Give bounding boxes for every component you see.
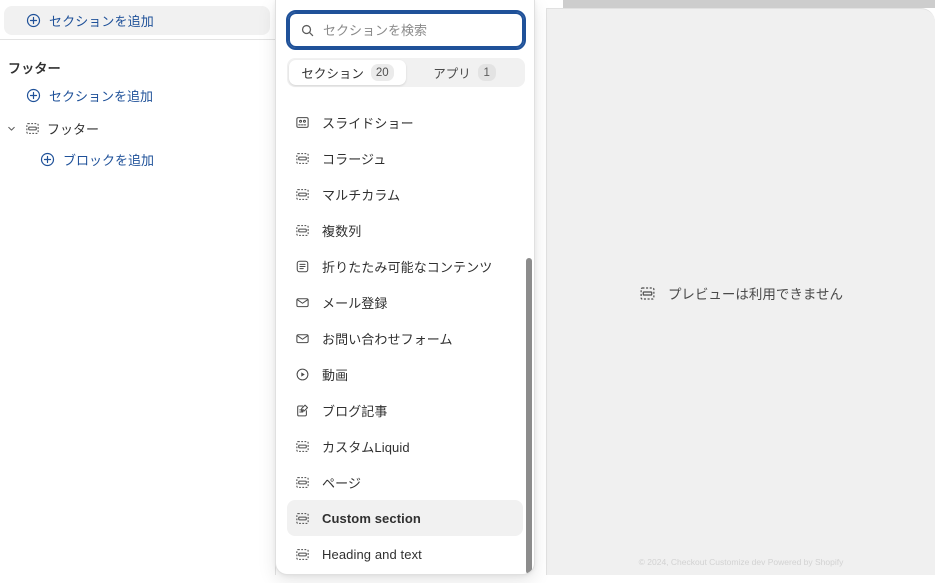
section-list-item-label: ブログ記事 (322, 403, 388, 419)
mail-icon (295, 331, 310, 346)
mail-icon (295, 295, 310, 310)
tab-apps-label: アプリ (433, 67, 471, 81)
section-icon (295, 547, 310, 562)
collapsible-icon (295, 259, 310, 274)
window-top-strip (563, 0, 935, 8)
section-list-item[interactable]: 複数列 (287, 212, 523, 248)
section-list-item-label: ページ (322, 475, 362, 491)
section-icon (295, 187, 310, 202)
section-list-item-label: コラージュ (322, 151, 387, 167)
section-list-item[interactable]: Custom section (287, 500, 523, 536)
section-list-item-label: Custom section (322, 510, 421, 526)
section-icon (295, 511, 310, 526)
add-section-top-label: セクションを追加 (49, 14, 154, 29)
sidebar-divider (0, 39, 276, 40)
section-list-item[interactable]: ページ (287, 464, 523, 500)
tab-apps-count: 1 (477, 64, 496, 81)
section-list-item-label: カスタムLiquid (322, 439, 410, 455)
add-section-popover: セクション 20 アプリ 1 スライドショーコラージュマルチカラム複数列折りたた… (275, 0, 535, 575)
section-list-item[interactable]: 動画 (287, 356, 523, 392)
left-sidebar: セクションを追加 フッター セクションを追加 フッター ブロックを追加 (0, 0, 276, 583)
preview-pane: プレビューは利用できません © 2024, Checkout Customize… (546, 8, 935, 575)
section-icon (295, 439, 310, 454)
sidebar-item-footer-label: フッター (47, 121, 100, 137)
search-field-wrapper (286, 10, 526, 50)
section-list-item[interactable]: コラージュ (287, 140, 523, 176)
section-list-item-label: 動画 (322, 367, 349, 383)
section-list-item-label: Heading and text (322, 546, 422, 562)
section-list-item[interactable]: ブログ記事 (287, 392, 523, 428)
section-icon (295, 151, 310, 166)
section-list-item[interactable]: カスタムLiquid (287, 428, 523, 464)
tab-sections-count: 20 (370, 64, 394, 81)
search-input[interactable] (323, 22, 512, 38)
search-field[interactable] (286, 10, 526, 50)
scrollbar-thumb[interactable] (526, 258, 532, 574)
plus-circle-icon (40, 152, 55, 167)
section-list-item-label: メール登録 (322, 295, 388, 311)
section-list-item[interactable]: メール登録 (287, 284, 523, 320)
preview-empty-label: プレビューは利用できません (667, 287, 844, 302)
section-list-item-label: マルチカラム (322, 187, 401, 203)
tab-sections[interactable]: セクション 20 (289, 60, 406, 85)
chevron-down-icon[interactable] (4, 123, 18, 134)
section-icon (295, 223, 310, 238)
section-list-item-label: お問い合わせフォーム (322, 331, 453, 347)
slideshow-icon (295, 115, 310, 130)
section-list-item-label: 複数列 (322, 223, 362, 239)
add-block-label: ブロックを追加 (63, 153, 155, 168)
plus-circle-icon (26, 88, 41, 103)
search-icon (300, 23, 315, 38)
section-list-item[interactable]: 折りたたみ可能なコンテンツ (287, 248, 523, 284)
sidebar-item-footer[interactable]: フッター (4, 118, 264, 138)
preview-footnote: © 2024, Checkout Customize dev Powered b… (638, 557, 844, 567)
sidebar-group-heading: フッター (8, 61, 61, 76)
section-list-scrollbar[interactable] (526, 258, 532, 574)
section-icon (25, 121, 40, 136)
section-list-item[interactable]: Heading and text (287, 536, 523, 572)
section-list-item-label: スライドショー (322, 115, 414, 131)
play-circle-icon (295, 367, 310, 382)
section-icon (295, 475, 310, 490)
plus-circle-icon (26, 13, 41, 28)
add-block-button[interactable]: ブロックを追加 (40, 150, 154, 169)
section-list-item[interactable]: お問い合わせフォーム (287, 320, 523, 356)
add-section-button-footer[interactable]: セクションを追加 (26, 86, 153, 105)
popover-tabs: セクション 20 アプリ 1 (287, 58, 525, 87)
page-bottom-strip (0, 575, 935, 583)
tab-apps[interactable]: アプリ 1 (406, 60, 523, 85)
preview-empty-state: プレビューは利用できません (547, 283, 935, 303)
add-section-footer-label: セクションを追加 (49, 89, 154, 104)
section-list[interactable]: スライドショー コラージュマルチカラム 複数列折りたたみ可能なコンテンツ メール登録お… (276, 100, 534, 574)
tab-sections-label: セクション (301, 67, 364, 81)
section-list-item[interactable]: マルチカラム (287, 176, 523, 212)
section-list-item-label: 折りたたみ可能なコンテンツ (322, 259, 493, 275)
section-list-item[interactable]: スライドショー (287, 104, 523, 140)
section-icon (639, 285, 656, 302)
edit-document-icon (295, 403, 310, 418)
add-section-button-top[interactable]: セクションを追加 (4, 6, 270, 35)
